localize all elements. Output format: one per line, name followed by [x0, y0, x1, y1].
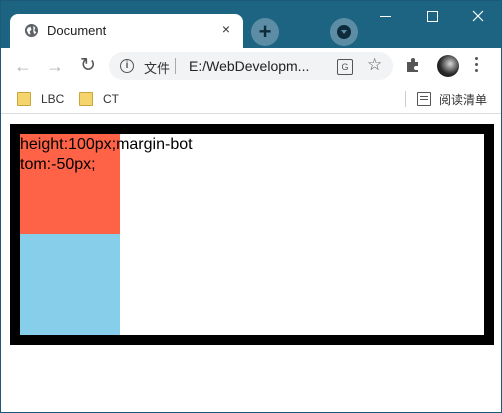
close-icon — [472, 10, 484, 22]
tab-title: Document — [47, 23, 107, 38]
maximize-button[interactable] — [409, 1, 455, 31]
minimize-button[interactable] — [363, 1, 409, 31]
close-window-button[interactable] — [455, 1, 501, 31]
bookmark-label: CT — [103, 92, 119, 106]
title-bar: Document × + — [1, 1, 501, 48]
folder-icon — [17, 92, 31, 106]
tab-document[interactable]: Document × — [10, 14, 243, 48]
menu-icon[interactable] — [475, 57, 479, 75]
info-icon[interactable]: i — [120, 59, 134, 73]
back-button[interactable]: ← — [11, 54, 35, 78]
tab-search-button[interactable] — [330, 18, 358, 46]
toolbar: ← → ↻ i 文件 E:/WebDevelopm... G ☆ — [1, 48, 501, 85]
reload-button[interactable]: ↻ — [76, 54, 100, 78]
page-content: height:100px;margin-bottom:-50px; — [1, 114, 501, 412]
divider — [405, 91, 406, 107]
extensions-puzzle-icon[interactable] — [405, 57, 421, 73]
divider — [175, 58, 176, 74]
globe-icon — [24, 23, 39, 38]
folder-icon — [79, 92, 93, 106]
forward-button[interactable]: → — [43, 54, 67, 78]
blue-box — [20, 234, 120, 335]
close-tab-icon[interactable]: × — [217, 20, 235, 38]
address-bar[interactable]: i 文件 E:/WebDevelopm... G ☆ — [109, 52, 393, 80]
bookmarks-bar: LBC CT 阅读清单 — [1, 85, 501, 114]
minimize-icon — [380, 16, 391, 17]
new-tab-button[interactable]: + — [251, 18, 279, 46]
url-text[interactable]: E:/WebDevelopm... — [189, 58, 309, 74]
translate-icon[interactable]: G — [337, 59, 353, 75]
browser-window: Document × + ← → ↻ i 文件 E:/WebDevelopm..… — [0, 0, 502, 413]
avatar[interactable] — [437, 55, 459, 77]
bookmark-label: LBC — [41, 92, 65, 106]
bookmark-folder-lbc[interactable]: LBC — [17, 90, 77, 108]
bookmark-star-icon[interactable]: ☆ — [367, 55, 382, 75]
security-label[interactable]: 文件 — [144, 58, 170, 77]
maximize-icon — [427, 11, 438, 22]
bookmark-folder-ct[interactable]: CT — [79, 90, 139, 108]
chevron-down-icon — [337, 25, 351, 39]
demo-text: height:100px;margin-bottom:-50px; — [20, 136, 193, 173]
black-border-container: height:100px;margin-bottom:-50px; — [10, 124, 494, 345]
reading-list-label: 阅读清单 — [439, 93, 488, 107]
reading-list-icon — [417, 92, 431, 106]
